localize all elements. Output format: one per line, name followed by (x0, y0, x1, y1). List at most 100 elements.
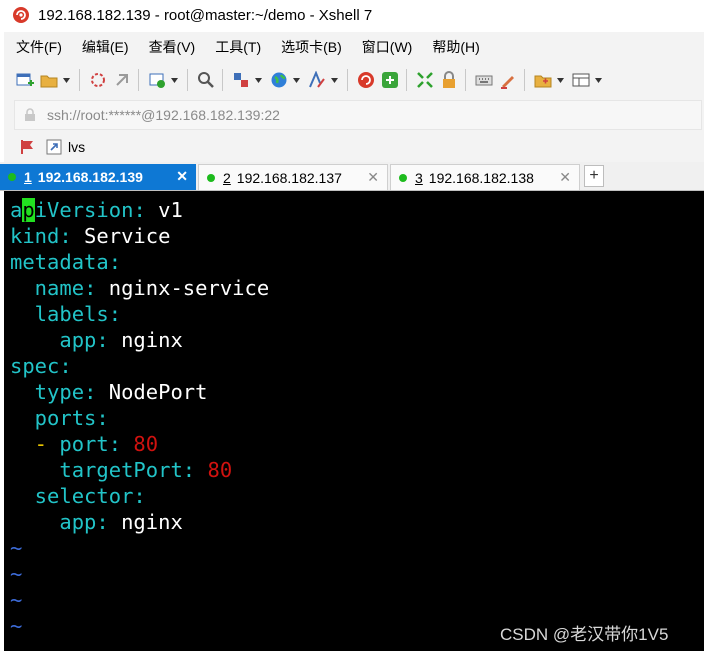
yaml-key: kind (10, 224, 60, 248)
yaml-key: labels (10, 302, 109, 326)
terminal-line: selector: (10, 483, 146, 509)
reconnect-icon[interactable] (111, 69, 133, 91)
empty-line-tilde: ~ (10, 562, 23, 586)
new-folder-icon[interactable] (532, 69, 554, 91)
toolbar-divider (465, 69, 466, 91)
yaml-dash: - (10, 432, 60, 456)
yaml-colon: : (96, 510, 109, 534)
tab-label: 192.168.182.139 (37, 169, 143, 185)
yaml-colon: : (59, 354, 72, 378)
menu-window[interactable]: 窗口(W) (354, 37, 421, 57)
xftp-icon[interactable] (379, 69, 401, 91)
terminal-line: labels: (10, 301, 121, 327)
yaml-key: targetPort (10, 458, 183, 482)
chevron-down-icon[interactable] (170, 69, 178, 91)
close-icon[interactable]: ✕ (559, 169, 571, 186)
yaml-key: type (10, 380, 85, 404)
lock-icon[interactable] (438, 69, 460, 91)
tab-number: 1 (24, 169, 32, 185)
close-icon[interactable]: ✕ (367, 169, 379, 186)
terminal-line: - port: 80 (10, 431, 158, 457)
new-session-icon[interactable] (14, 69, 36, 91)
yaml-key: a (10, 198, 23, 222)
keyboard-icon[interactable] (473, 69, 495, 91)
globe-icon[interactable] (268, 69, 290, 91)
terminal-line: metadata: (10, 249, 121, 275)
yaml-colon: : (133, 198, 146, 222)
tab-session-2[interactable]: 2 192.168.182.137 ✕ (198, 164, 388, 190)
find-icon[interactable] (195, 69, 217, 91)
xshell-icon[interactable] (355, 69, 377, 91)
link-lvs[interactable]: lvs (68, 139, 85, 155)
tab-number: 3 (415, 169, 423, 186)
session-address[interactable]: ssh://root:******@192.168.182.139:22 (47, 107, 280, 123)
new-tab-icon[interactable] (146, 69, 168, 91)
toolbar-divider (222, 69, 223, 91)
terminal-line: app: nginx (10, 327, 182, 353)
fullscreen-icon[interactable] (414, 69, 436, 91)
watermark: CSDN @老汉带你1V5 (500, 625, 669, 644)
link-flag-icon[interactable] (20, 139, 36, 155)
layout-icon[interactable] (570, 69, 592, 91)
open-folder-icon[interactable] (38, 69, 60, 91)
yaml-number: 80 (195, 458, 233, 482)
menu-bar: 文件(F) 编辑(E) 查看(V) 工具(T) 选项卡(B) 窗口(W) 帮助(… (4, 34, 488, 60)
yaml-colon: : (108, 302, 122, 326)
menu-tabs[interactable]: 选项卡(B) (273, 37, 350, 57)
yaml-value: Service (71, 224, 171, 248)
connected-status-icon (8, 173, 16, 181)
tab-label: 192.168.182.138 (428, 169, 534, 186)
yaml-key: app (10, 328, 97, 352)
transfer-icon[interactable] (230, 69, 252, 91)
toolbar-divider (187, 69, 188, 91)
empty-line-tilde: ~ (10, 614, 23, 638)
links-bar: lvs (20, 136, 85, 158)
shortcut-icon[interactable] (46, 139, 62, 155)
menu-tools[interactable]: 工具(T) (207, 37, 269, 57)
chevron-down-icon[interactable] (556, 69, 564, 91)
empty-line-tilde: ~ (10, 588, 23, 612)
yaml-key: selector (10, 484, 134, 508)
menu-view[interactable]: 查看(V) (141, 37, 204, 57)
terminal-line: kind: Service (10, 223, 170, 249)
lock-icon (25, 108, 35, 121)
add-tab-button[interactable]: + (584, 165, 604, 187)
yaml-value: v1 (145, 198, 183, 222)
terminal-line: apiVersion: v1 (10, 197, 183, 223)
highlight-icon[interactable] (497, 69, 519, 91)
chevron-down-icon[interactable] (254, 69, 262, 91)
title-bar: 192.168.182.139 - root@master:~/demo - X… (0, 0, 704, 30)
yaml-key: app (10, 510, 97, 534)
connected-status-icon (207, 173, 215, 182)
yaml-key: iVersion (34, 198, 134, 222)
menu-edit[interactable]: 编辑(E) (74, 37, 137, 57)
font-icon[interactable] (306, 69, 328, 91)
menu-help[interactable]: 帮助(H) (424, 37, 487, 57)
menu-file[interactable]: 文件(F) (8, 37, 70, 57)
chevron-down-icon[interactable] (292, 69, 300, 91)
yaml-value: NodePort (96, 380, 208, 404)
close-icon[interactable]: ✕ (176, 168, 188, 185)
yaml-colon: : (84, 380, 97, 404)
yaml-key: ports (10, 406, 97, 430)
xshell-logo-icon (13, 7, 29, 23)
yaml-colon: : (96, 406, 109, 430)
yaml-colon: : (133, 484, 146, 508)
chevron-down-icon[interactable] (62, 69, 70, 91)
toolbar (14, 64, 608, 96)
chevron-down-icon[interactable] (594, 69, 602, 91)
yaml-colon: : (182, 458, 196, 482)
yaml-value: nginx (108, 510, 183, 534)
chevron-down-icon[interactable] (330, 69, 338, 91)
address-bar[interactable]: ssh://root:******@192.168.182.139:22 (14, 100, 702, 130)
terminal-line: ports: (10, 405, 109, 431)
tab-session-3[interactable]: 3 192.168.182.138 ✕ (390, 164, 580, 190)
terminal-line: targetPort: 80 (10, 457, 232, 483)
yaml-key: name (10, 276, 85, 300)
tab-session-1[interactable]: 1 192.168.182.139 ✕ (0, 164, 196, 190)
toolbar-divider (138, 69, 139, 91)
tab-number: 2 (223, 169, 231, 186)
toolbar-divider (79, 69, 80, 91)
disconnect-icon[interactable] (87, 69, 109, 91)
terminal-screen[interactable]: apiVersion: v1 kind: Service metadata: n… (4, 191, 704, 651)
